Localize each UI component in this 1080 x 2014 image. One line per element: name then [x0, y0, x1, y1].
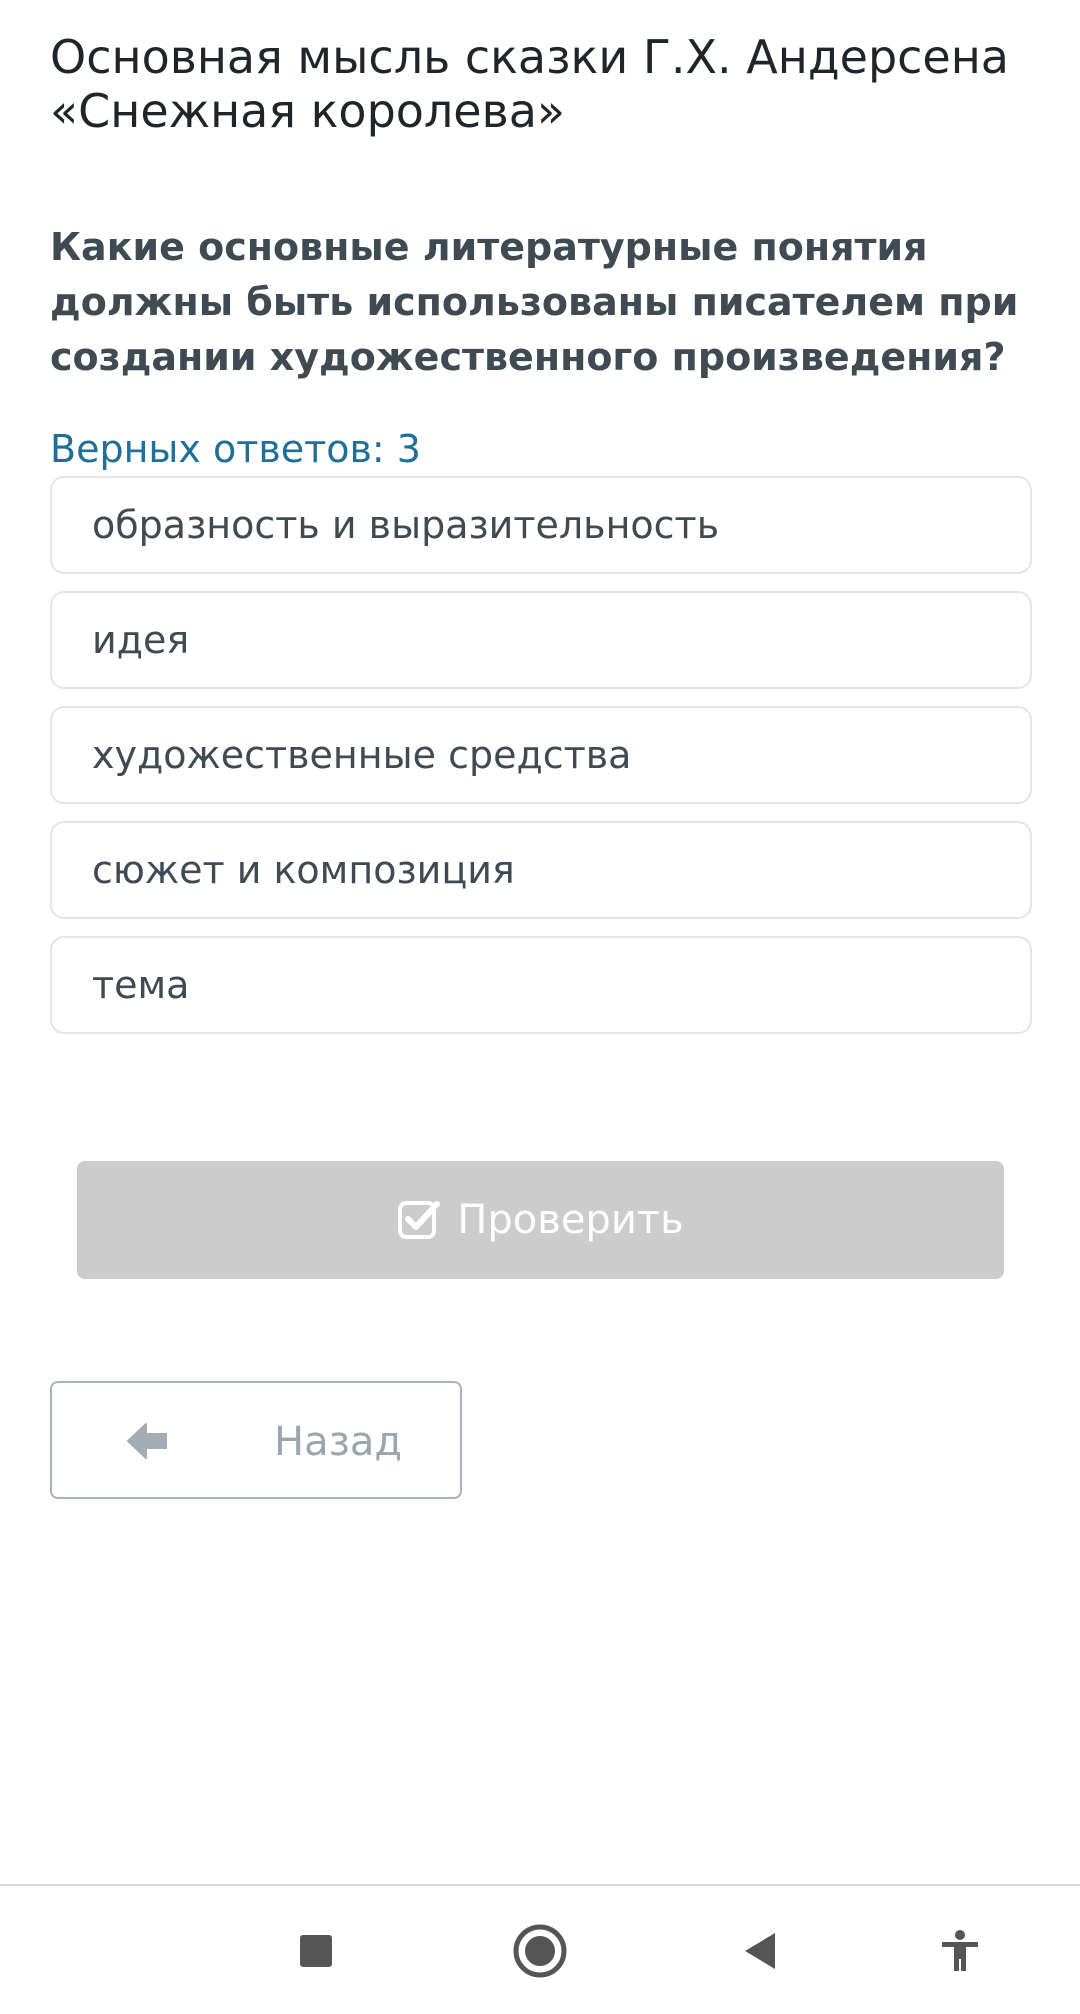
check-button-label: Проверить: [457, 1197, 684, 1243]
correct-answers-count: Верных ответов: 3: [50, 427, 421, 471]
answer-option[interactable]: тема: [50, 936, 1032, 1034]
lesson-title: Основная мысль сказки Г.Х. Андерсена «Сн…: [50, 30, 1009, 138]
answer-option[interactable]: образность и выразительность: [50, 476, 1032, 574]
arrow-left-icon: [126, 1421, 170, 1461]
answer-option-label: идея: [92, 618, 190, 662]
answer-option[interactable]: художественные средства: [50, 706, 1032, 804]
back-button[interactable]: Назад: [50, 1381, 462, 1499]
back-triangle-icon[interactable]: [726, 1916, 796, 1986]
back-button-label: Назад: [274, 1419, 403, 1465]
recents-icon[interactable]: [281, 1916, 351, 1986]
answer-option-label: художественные средства: [92, 733, 632, 777]
answer-option[interactable]: идея: [50, 591, 1032, 689]
checkbox-check-icon: [397, 1198, 441, 1242]
home-icon[interactable]: [505, 1916, 575, 1986]
answer-option[interactable]: сюжет и композиция: [50, 821, 1032, 919]
question-text: Какие основные литературные понятия долж…: [50, 225, 1019, 379]
answer-option-label: тема: [92, 963, 190, 1007]
check-button[interactable]: Проверить: [77, 1161, 1004, 1279]
accessibility-icon[interactable]: [925, 1916, 995, 1986]
answer-option-label: сюжет и композиция: [92, 848, 515, 892]
page: Основная мысль сказки Г.Х. Андерсена «Сн…: [0, 0, 1080, 2014]
system-navigation-bar: [0, 1884, 1080, 2014]
answer-options: образность и выразительность идея художе…: [50, 476, 1032, 1051]
answer-option-label: образность и выразительность: [92, 503, 720, 547]
